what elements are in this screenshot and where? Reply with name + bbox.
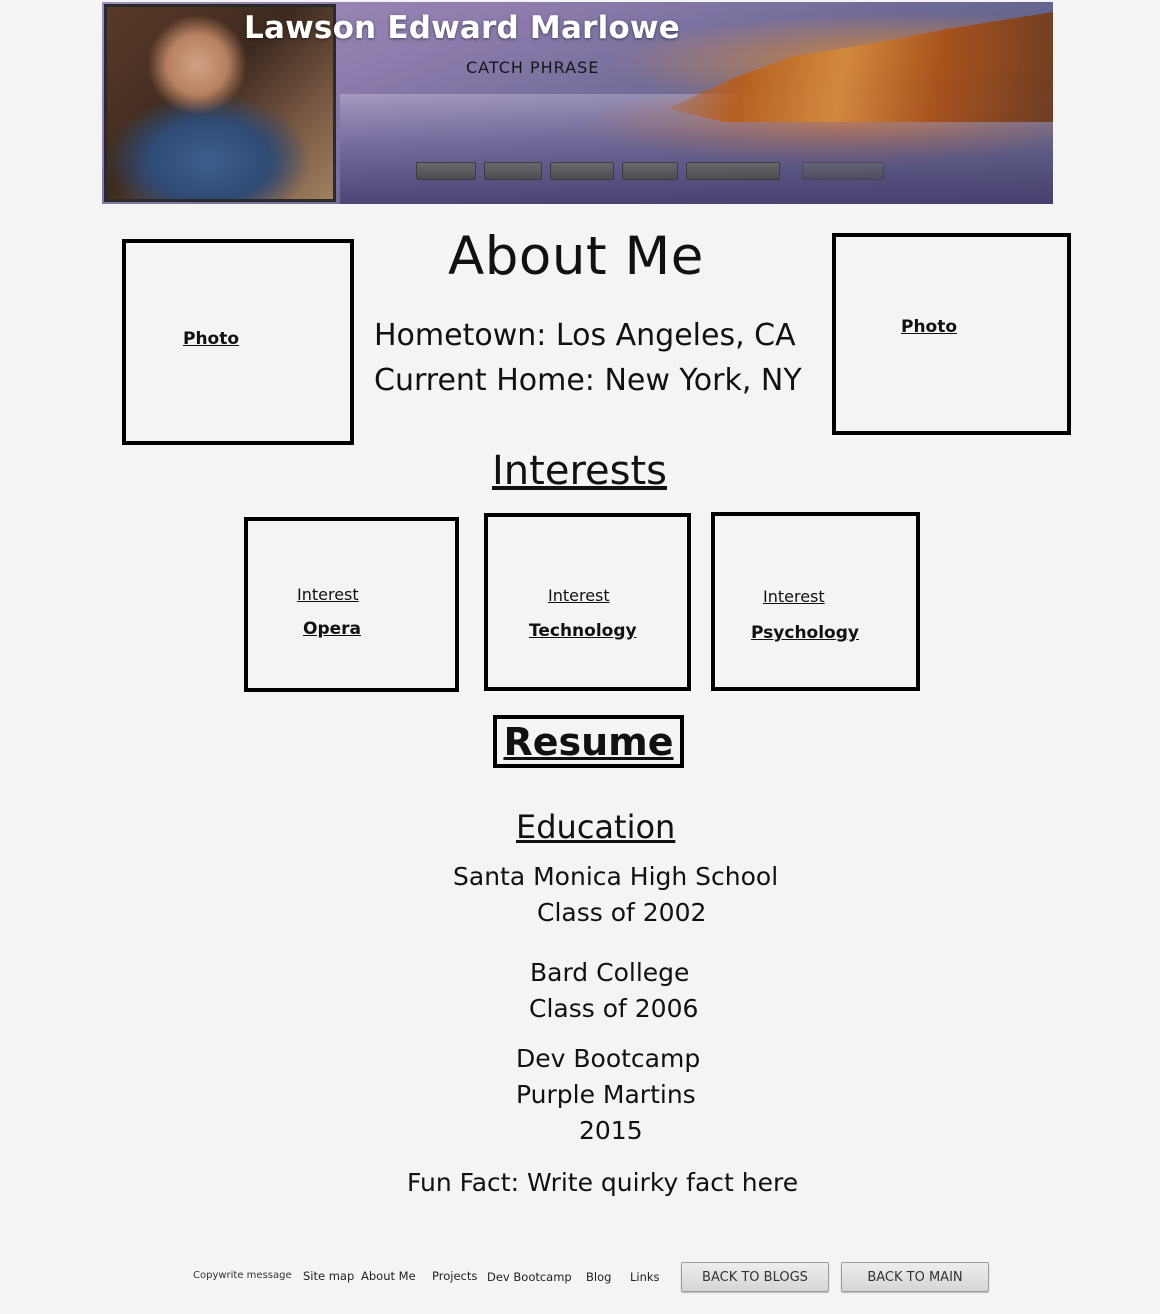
- nav-button-6[interactable]: [802, 162, 884, 180]
- education-cohort: Purple Martins: [516, 1080, 696, 1109]
- photo-link-left[interactable]: Photo: [183, 329, 239, 349]
- fun-fact-text: Fun Fact: Write quirky fact here: [407, 1168, 799, 1197]
- site-title: Lawson Edward Marlowe: [244, 10, 680, 46]
- footer-link-blog[interactable]: Blog: [586, 1270, 611, 1284]
- interest-caption: Interest: [297, 585, 359, 604]
- interest-name-psychology[interactable]: Psychology: [751, 623, 859, 643]
- back-to-blogs-button[interactable]: BACK TO BLOGS: [681, 1262, 829, 1292]
- interests-heading: Interests: [492, 448, 667, 494]
- footer-link-about-me[interactable]: About Me: [361, 1269, 416, 1283]
- nav-button-4[interactable]: [622, 162, 678, 180]
- photo-link-right[interactable]: Photo: [901, 317, 957, 337]
- nav-button-5[interactable]: [686, 162, 780, 180]
- catch-phrase: CATCH PHRASE: [466, 58, 600, 77]
- interest-caption: Interest: [548, 586, 610, 605]
- education-class: 2015: [579, 1116, 643, 1145]
- current-home-text: Current Home: New York, NY: [374, 363, 802, 398]
- nav-button-3[interactable]: [550, 162, 614, 180]
- footer-link-links[interactable]: Links: [630, 1270, 660, 1284]
- interest-caption: Interest: [763, 587, 825, 606]
- interest-name-opera[interactable]: Opera: [303, 619, 361, 639]
- interest-card-opera[interactable]: [244, 517, 459, 692]
- nav-button-1[interactable]: [416, 162, 476, 180]
- nav-button-2[interactable]: [484, 162, 542, 180]
- interest-name-technology[interactable]: Technology: [529, 621, 637, 641]
- about-me-heading: About Me: [448, 226, 704, 287]
- footer-link-projects[interactable]: Projects: [432, 1269, 477, 1283]
- education-class: Class of 2002: [537, 898, 707, 927]
- education-school: Santa Monica High School: [453, 862, 779, 891]
- header-banner: Lawson Edward Marlowe CATCH PHRASE: [102, 2, 1053, 204]
- header-nav: [416, 162, 884, 180]
- education-school: Dev Bootcamp: [516, 1044, 701, 1073]
- copyright-message: Copywrite message: [193, 1270, 292, 1281]
- education-heading: Education: [516, 808, 676, 846]
- footer-link-site-map[interactable]: Site map: [303, 1269, 354, 1283]
- education-school: Bard College: [530, 958, 690, 987]
- back-to-main-button[interactable]: BACK TO MAIN: [841, 1262, 989, 1292]
- footer-link-dev-bootcamp[interactable]: Dev Bootcamp: [487, 1270, 572, 1284]
- resume-button[interactable]: Resume: [493, 715, 684, 768]
- education-class: Class of 2006: [529, 994, 699, 1023]
- hometown-text: Hometown: Los Angeles, CA: [374, 318, 796, 353]
